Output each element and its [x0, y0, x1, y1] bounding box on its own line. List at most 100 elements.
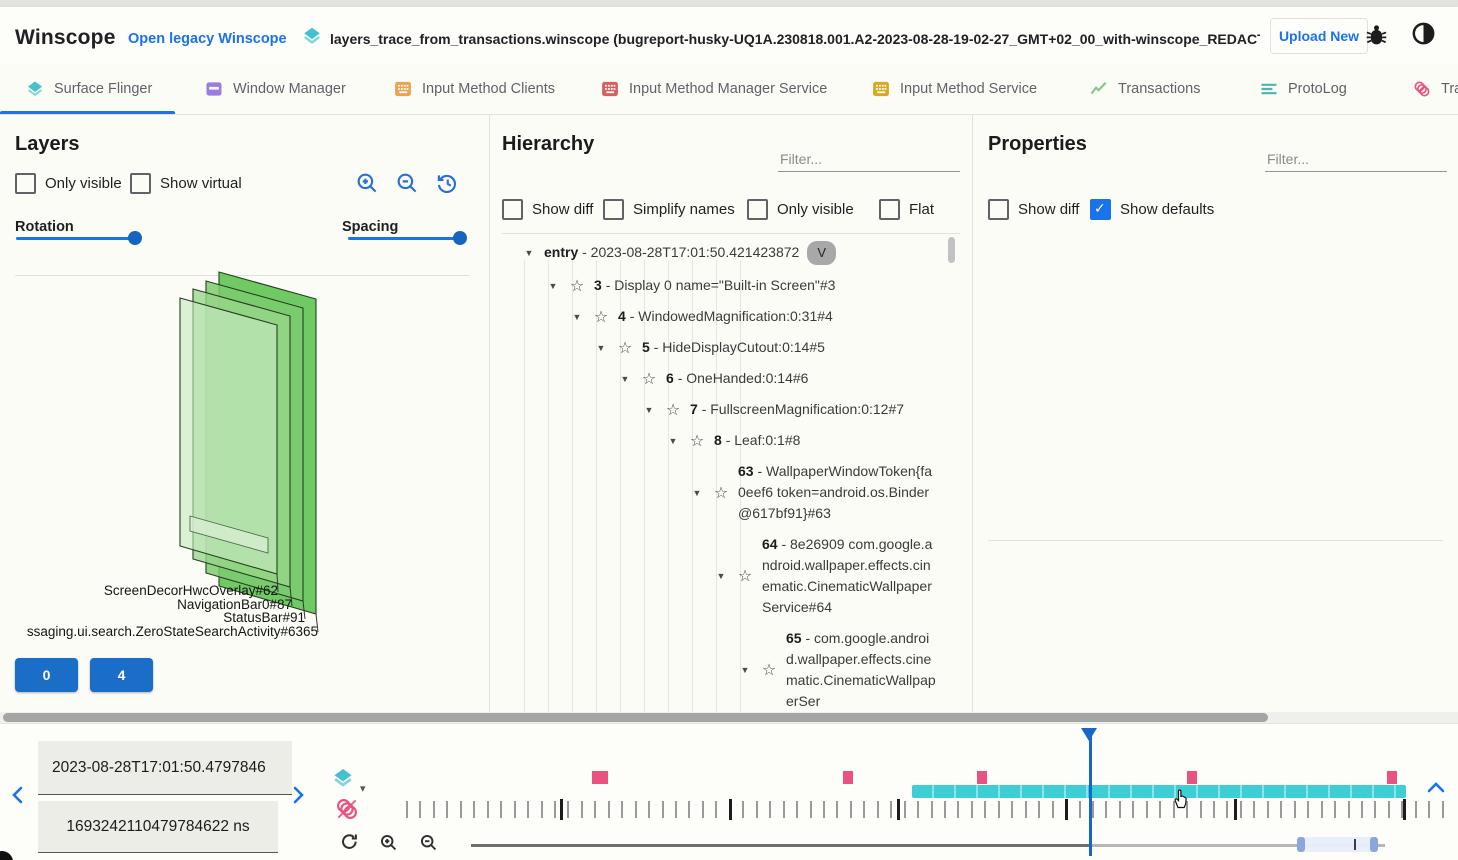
spacing-slider-thumb[interactable] [453, 231, 467, 245]
checkbox-flat[interactable]: Flat [879, 199, 934, 220]
spacing-slider[interactable] [348, 237, 460, 240]
display-button-4[interactable]: 4 [90, 658, 153, 692]
checkbox-box[interactable] [747, 199, 768, 220]
pin-star-icon[interactable]: ☆ [708, 483, 734, 503]
pin-star-icon[interactable]: ☆ [636, 369, 662, 389]
checkbox-show-diff[interactable]: Show diff [502, 199, 593, 220]
pin-star-icon[interactable]: ☆ [588, 307, 614, 327]
tab-input-method-clients[interactable]: Input Method Clients [393, 64, 555, 114]
checkbox-show-defaults[interactable]: Show defaults [1090, 199, 1214, 220]
top-bar: Winscope Open legacy Winscope layers_tra… [0, 7, 1458, 64]
timeline-tick [662, 801, 664, 818]
transition-marker[interactable] [843, 771, 853, 784]
timeline-tick [675, 801, 677, 818]
checkbox-show-virtual[interactable]: Show virtual [130, 173, 242, 194]
tree-node-7[interactable]: ▼☆7 - FullscreenMagnification:0:12#7 [490, 394, 972, 425]
tree-node-64[interactable]: ▼☆64 - 8e26909 com.google.android.wallpa… [490, 529, 972, 623]
timeline-tick [1348, 801, 1350, 818]
minimap-track-elapsed[interactable] [471, 844, 1089, 847]
report-bug-icon[interactable] [1364, 22, 1389, 47]
rotation-slider-thumb[interactable] [128, 231, 142, 245]
checkbox-box[interactable] [1090, 199, 1111, 220]
timeline-canvas[interactable] [0, 724, 1458, 860]
open-legacy-link[interactable]: Open legacy Winscope [128, 31, 287, 47]
properties-filter-input[interactable] [1265, 147, 1447, 172]
tree-node-5[interactable]: ▼☆5 - HideDisplayCutout:0:14#5 [490, 332, 972, 363]
timeline-tick [1092, 801, 1094, 818]
checkbox-box[interactable] [15, 173, 36, 194]
tree-node-8[interactable]: ▼☆8 - Leaf:0:1#8 [490, 425, 972, 456]
checkbox-box[interactable] [603, 199, 624, 220]
tree-node-text: entry - 2023-08-28T17:01:50.421423872V [544, 241, 836, 265]
timeline-bar: 2023-08-28T17:01:50.4797846 169324211047… [0, 723, 1458, 860]
expand-collapse-icon[interactable]: ▼ [734, 665, 756, 675]
tab-tra[interactable]: Tra [1412, 64, 1458, 114]
tab-window-manager[interactable]: Window Manager [204, 64, 346, 114]
layer-label[interactable]: ssaging.ui.search.ZeroStateSearchActivit… [27, 624, 318, 639]
tab-surface-flinger[interactable]: Surface Flinger [25, 64, 152, 114]
tree-node-entry[interactable]: ▼ entry - 2023-08-28T17:01:50.421423872V [490, 236, 972, 270]
minimap-handle-right[interactable] [1370, 837, 1378, 852]
zoom-out-icon[interactable] [394, 170, 420, 196]
display-button-0[interactable]: 0 [15, 658, 78, 692]
expand-collapse-icon[interactable]: ▼ [590, 343, 612, 353]
surface-flinger-trace-band[interactable] [912, 785, 1406, 798]
hierarchy-filter-input[interactable] [778, 147, 960, 172]
collapse-timeline-icon[interactable] [1426, 780, 1446, 796]
rotation-slider[interactable] [16, 237, 135, 240]
timeline-tick [1428, 801, 1430, 818]
pin-star-icon[interactable]: ☆ [564, 276, 590, 296]
horizontal-scrollbar-thumb[interactable] [3, 713, 1268, 722]
tab-transactions[interactable]: Transactions [1089, 64, 1200, 114]
tree-node-6[interactable]: ▼☆6 - OneHanded:0:14#6 [490, 363, 972, 394]
expand-collapse-icon[interactable]: ▼ [662, 436, 684, 446]
tab-input-method-manager-service[interactable]: Input Method Manager Service [600, 64, 827, 114]
expand-collapse-icon[interactable]: ▼ [518, 248, 540, 258]
pin-star-icon[interactable]: ☆ [660, 400, 686, 420]
pin-star-icon[interactable]: ☆ [612, 338, 638, 358]
timeline-tick [406, 801, 408, 818]
tree-node-3[interactable]: ▼☆3 - Display 0 name="Built-in Screen"#3 [490, 270, 972, 301]
dark-mode-toggle-icon[interactable] [1410, 20, 1437, 47]
checkbox-box[interactable] [502, 199, 523, 220]
pin-star-icon[interactable]: ☆ [684, 431, 710, 451]
tab-protolog[interactable]: ProtoLog [1259, 64, 1347, 114]
expand-collapse-icon[interactable]: ▼ [638, 405, 660, 415]
expand-collapse-icon[interactable]: ▼ [542, 281, 564, 291]
checkbox-simplify-names[interactable]: Simplify names [603, 199, 735, 220]
checkbox-show-diff-properties[interactable]: Show diff [988, 199, 1079, 220]
horizontal-scrollbar-track[interactable] [0, 712, 1458, 723]
layer-label[interactable]: StatusBar#91 [223, 610, 305, 625]
timeline-tick [419, 801, 421, 818]
tree-node-63[interactable]: ▼☆63 - WallpaperWindowToken{fa0eef6 toke… [490, 456, 972, 529]
tree-node-text: 5 - HideDisplayCutout:0:14#5 [642, 337, 825, 358]
timeline-cursor-line[interactable] [1089, 728, 1092, 856]
checkbox-only-visible[interactable]: Only visible [15, 173, 122, 194]
checkbox-box[interactable] [130, 173, 151, 194]
transition-marker[interactable] [977, 771, 987, 784]
tree-node-65[interactable]: ▼☆65 - com.google.android.wallpaper.effe… [490, 623, 972, 712]
pin-star-icon[interactable]: ☆ [732, 566, 758, 586]
checkbox-box[interactable] [988, 199, 1009, 220]
hierarchy-scrollbar[interactable] [948, 237, 955, 263]
minimap-handle-left[interactable] [1297, 837, 1305, 852]
zoom-in-icon[interactable] [354, 170, 380, 196]
checkbox-only-visible-hierarchy[interactable]: Only visible [747, 199, 854, 220]
tab-input-method-service[interactable]: Input Method Service [871, 64, 1037, 114]
tree-node-4[interactable]: ▼☆4 - WindowedMagnification:0:31#4 [490, 301, 972, 332]
expand-collapse-icon[interactable]: ▼ [686, 488, 708, 498]
timeline-tick [541, 801, 543, 818]
layer-label[interactable]: ScreenDecorHwcOverlay#62 [104, 583, 278, 598]
checkbox-box[interactable] [879, 199, 900, 220]
expand-collapse-icon[interactable]: ▼ [566, 312, 588, 322]
transition-marker[interactable] [1387, 771, 1397, 784]
minimap-selection-range[interactable] [1301, 837, 1374, 852]
upload-new-button[interactable]: Upload New [1270, 18, 1368, 54]
pin-star-icon[interactable]: ☆ [756, 660, 782, 680]
transition-marker[interactable] [592, 771, 608, 784]
transition-marker[interactable] [1187, 771, 1197, 784]
expand-collapse-icon[interactable]: ▼ [710, 571, 732, 581]
reset-view-icon[interactable] [434, 170, 460, 196]
tab-label: Window Manager [233, 81, 346, 97]
expand-collapse-icon[interactable]: ▼ [614, 374, 636, 384]
